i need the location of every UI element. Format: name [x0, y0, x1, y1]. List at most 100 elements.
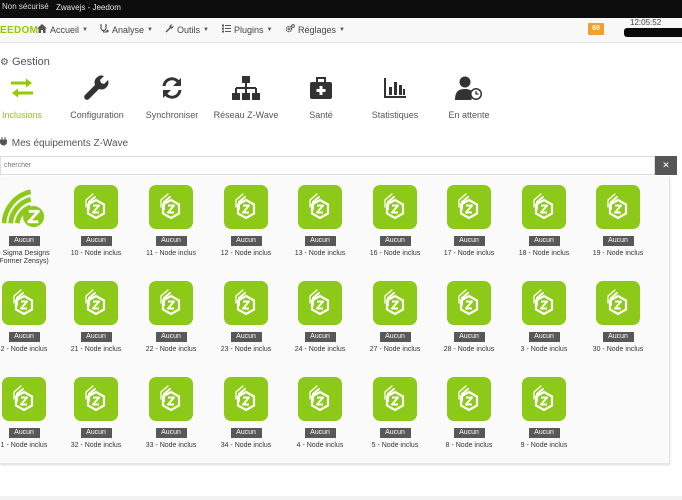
- device-object-tag: Aucun: [602, 332, 634, 342]
- zwave-node-icon: [298, 377, 342, 421]
- device-card[interactable]: Aucun 13 - Node inclus: [284, 185, 356, 258]
- zwave-node-icon: [447, 281, 491, 325]
- card-inclusions[interactable]: Inclusions: [0, 70, 62, 120]
- device-name-line2: Former Zensys): [0, 258, 49, 265]
- device-object-tag: Aucun: [304, 332, 336, 342]
- device-card[interactable]: Aucun 12 - Node inclus: [210, 185, 282, 258]
- device-name: 2 - Node inclus: [0, 346, 48, 353]
- security-indicator[interactable]: Non sécurisé: [2, 2, 49, 11]
- zwave-node-icon: [224, 281, 268, 325]
- card-sante-label: Santé: [309, 110, 333, 120]
- device-card[interactable]: Aucun 21 - Node inclus: [60, 281, 132, 354]
- device-card[interactable]: Aucun 11 - Node inclus: [135, 185, 207, 258]
- device-card[interactable]: Aucun - Sigma Designs Former Zensys): [0, 185, 60, 266]
- device-name: 9 - Node inclus: [520, 442, 568, 449]
- nav-analyse[interactable]: Analyse ▼: [100, 24, 153, 35]
- device-object-tag: Aucun: [230, 332, 262, 342]
- nav-outils[interactable]: Outils ▼: [165, 24, 209, 35]
- nav-plugins[interactable]: Plugins ▼: [222, 24, 272, 35]
- device-card[interactable]: Aucun 24 - Node inclus: [284, 281, 356, 354]
- device-card[interactable]: Aucun 32 - Node inclus: [60, 377, 132, 450]
- device-card[interactable]: Aucun 2 - Node inclus: [0, 281, 60, 354]
- clock-display: 12:05:52: [630, 18, 662, 27]
- device-card[interactable]: Aucun 23 - Node inclus: [210, 281, 282, 354]
- device-card[interactable]: Aucun 1 - Node inclus: [0, 377, 60, 450]
- device-name: - Sigma Designs: [0, 250, 50, 257]
- notification-badge[interactable]: 60: [588, 23, 604, 35]
- gestion-heading: ⚙ Gestion: [0, 56, 50, 68]
- chevron-down-icon: ▼: [339, 26, 345, 33]
- nav-accueil[interactable]: Accueil ▼: [37, 24, 88, 35]
- device-object-tag: Aucun: [379, 236, 411, 246]
- zwave-node-icon: [447, 377, 491, 421]
- nav-outils-label: Outils: [177, 24, 201, 35]
- chevron-down-icon: ▼: [203, 26, 209, 33]
- network-icon: [206, 70, 286, 106]
- device-card[interactable]: Aucun 30 - Node inclus: [582, 281, 654, 354]
- zwave-node-icon: [373, 185, 417, 229]
- card-reseau-zwave[interactable]: Réseau Z-Wave: [206, 70, 286, 120]
- equipements-title-text: Mes équipements Z-Wave: [11, 138, 129, 149]
- brand-logo[interactable]: EEDOM: [0, 25, 38, 36]
- device-grid: Aucun - Sigma Designs Former Zensys) Aucun 1…: [0, 177, 670, 464]
- equipements-heading: Mes équipements Z-Wave: [0, 137, 128, 149]
- card-synchroniser[interactable]: Synchroniser: [132, 70, 212, 120]
- cogs-icon: [285, 24, 295, 35]
- zwave-node-icon: [596, 185, 640, 229]
- cog-icon: ⚙: [0, 57, 9, 68]
- device-name: 22 - Node inclus: [145, 346, 197, 353]
- device-name: 1 - Node inclus: [0, 442, 48, 449]
- device-object-tag: Aucun: [155, 236, 187, 246]
- home-icon: [37, 24, 47, 35]
- card-sante[interactable]: Santé: [281, 70, 361, 120]
- device-card[interactable]: Aucun 34 - Node inclus: [210, 377, 282, 450]
- chevron-down-icon: ▼: [266, 26, 273, 33]
- device-card[interactable]: Aucun 4 - Node inclus: [284, 377, 356, 450]
- card-reseau-zwave-label: Réseau Z-Wave: [213, 110, 279, 120]
- device-card[interactable]: Aucun 3 - Node inclus: [508, 281, 580, 354]
- device-object-tag: Aucun: [80, 332, 112, 342]
- sync-icon: [132, 70, 212, 106]
- device-card[interactable]: Aucun 22 - Node inclus: [135, 281, 207, 354]
- device-card[interactable]: Aucun 10 - Node inclus: [60, 185, 132, 258]
- device-name: 4 - Node inclus: [296, 442, 344, 449]
- card-configuration[interactable]: Configuration: [57, 70, 137, 120]
- device-name: 18 - Node inclus: [518, 250, 570, 257]
- browser-tab-title[interactable]: Zwavejs - Jeedom: [56, 3, 121, 12]
- zwave-node-icon: [149, 185, 193, 229]
- zwave-node-icon: [373, 377, 417, 421]
- device-card[interactable]: Aucun 27 - Node inclus: [359, 281, 431, 354]
- device-object-tag: Aucun: [453, 332, 485, 342]
- device-card[interactable]: Aucun 9 - Node inclus: [508, 377, 580, 450]
- card-statistiques[interactable]: Statistiques: [355, 70, 435, 120]
- bar-chart-icon: [355, 70, 435, 106]
- card-en-attente[interactable]: En attente: [429, 70, 509, 120]
- device-card[interactable]: Aucun 5 - Node inclus: [359, 377, 431, 450]
- device-object-tag: Aucun: [528, 428, 560, 438]
- device-card[interactable]: Aucun 18 - Node inclus: [508, 185, 580, 258]
- device-object-tag: Aucun: [80, 236, 112, 246]
- device-object-tag: Aucun: [230, 428, 262, 438]
- zwave-node-icon: [74, 281, 118, 325]
- page-bottom: [0, 496, 682, 500]
- zwave-node-icon: [2, 377, 46, 421]
- device-name: 12 - Node inclus: [220, 250, 272, 257]
- device-object-tag: Aucun: [304, 428, 336, 438]
- device-card[interactable]: Aucun 8 - Node inclus: [433, 377, 505, 450]
- close-icon[interactable]: ✕: [655, 156, 677, 175]
- device-name: 8 - Node inclus: [445, 442, 493, 449]
- device-name: 34 - Node inclus: [220, 442, 272, 449]
- device-object-tag: Aucun: [230, 236, 262, 246]
- device-card[interactable]: Aucun 17 - Node inclus: [433, 185, 505, 258]
- device-card[interactable]: Aucun 16 - Node inclus: [359, 185, 431, 258]
- device-name: 17 - Node inclus: [443, 250, 495, 257]
- device-card[interactable]: Aucun 28 - Node inclus: [433, 281, 505, 354]
- device-object-tag: Aucun: [379, 332, 411, 342]
- gestion-title-text: Gestion: [11, 56, 50, 68]
- zwave-node-icon: [74, 185, 118, 229]
- device-card[interactable]: Aucun 33 - Node inclus: [135, 377, 207, 450]
- search-input[interactable]: [0, 156, 655, 175]
- device-card[interactable]: Aucun 19 - Node inclus: [582, 185, 654, 258]
- zwave-node-icon: [596, 281, 640, 325]
- nav-reglages[interactable]: Réglages ▼: [285, 24, 345, 35]
